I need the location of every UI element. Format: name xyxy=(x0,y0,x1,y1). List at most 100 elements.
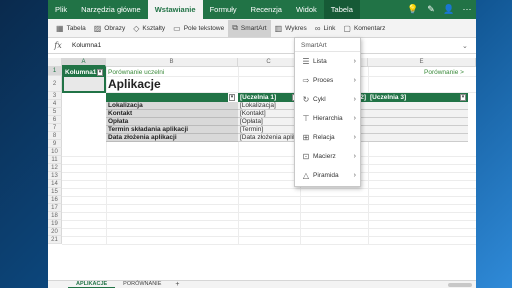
column-header-c[interactable]: C xyxy=(238,58,300,67)
row-header-6[interactable]: 6 xyxy=(48,116,62,124)
insert-comment-button[interactable]: ▢ Komentarz xyxy=(339,20,389,37)
chevron-down-icon[interactable]: ⌄ xyxy=(462,42,476,50)
row-label-submission-date[interactable]: Data złożenia aplikacji xyxy=(106,134,238,142)
tab-formulas[interactable]: Formuły xyxy=(203,0,244,19)
row-header-11[interactable]: 11 xyxy=(48,156,62,164)
filter-dropdown-e[interactable]: ▾ xyxy=(460,94,466,101)
smartart-item-matrix-label: Macierz xyxy=(313,153,336,160)
formula-input[interactable]: Kolumna1 xyxy=(68,42,101,49)
row-header-13[interactable]: 13 xyxy=(48,172,62,180)
row-header-18[interactable]: 18 xyxy=(48,212,62,220)
row-header-17[interactable]: 17 xyxy=(48,204,62,212)
row-header-2[interactable]: 2 xyxy=(48,76,62,92)
tab-home[interactable]: Narzędzia główne xyxy=(74,0,148,19)
add-sheet-icon[interactable]: + xyxy=(169,281,185,288)
row-header-7[interactable]: 7 xyxy=(48,124,62,132)
edit-icon[interactable]: ✎ xyxy=(422,4,440,15)
cycle-icon: ↻ xyxy=(302,95,310,104)
row-header-1[interactable]: 1 xyxy=(48,67,62,76)
insert-textbox-button[interactable]: ▭ Pole tekstowe xyxy=(169,20,228,37)
smartart-item-cycle[interactable]: ↻ Cykl › xyxy=(295,90,360,109)
row-header-5[interactable]: 5 xyxy=(48,108,62,116)
horizontal-scrollbar[interactable] xyxy=(448,283,472,287)
row-label-location[interactable]: Lokalizacja xyxy=(106,102,238,110)
smartart-item-pyramid-label: Piramida xyxy=(313,172,339,179)
process-icon: ⇨ xyxy=(302,76,310,85)
sheet-tab-porownanie[interactable]: PORÓWNANIE xyxy=(115,281,169,287)
row-label-fee[interactable]: Opłata xyxy=(106,118,238,126)
row-header-19[interactable]: 19 xyxy=(48,220,62,228)
insert-shapes-button[interactable]: ◇ Kształty xyxy=(129,20,169,37)
select-all-corner[interactable] xyxy=(48,58,62,67)
insert-smartart-button[interactable]: ⧉ SmartArt xyxy=(228,19,271,37)
insert-chart-button[interactable]: ▥ Wykres xyxy=(271,20,311,37)
page-title[interactable]: Aplikacje xyxy=(108,77,161,91)
tab-view[interactable]: Widok xyxy=(289,0,324,19)
tab-file[interactable]: Plik xyxy=(48,0,74,19)
chart-icon: ▥ xyxy=(274,23,283,33)
tab-review[interactable]: Recenzja xyxy=(244,0,289,19)
gridline xyxy=(62,196,476,197)
row-header-8[interactable]: 8 xyxy=(48,132,62,140)
row-header-4[interactable]: 4 xyxy=(48,100,62,108)
row-label-contact[interactable]: Kontakt xyxy=(106,110,238,118)
excel-window: Plik Narzędzia główne Wstawianie Formuły… xyxy=(48,0,476,288)
insert-table-button[interactable]: ▦ Tabela xyxy=(52,20,90,37)
cell-e1-link[interactable]: Porównanie > xyxy=(424,68,464,77)
smartart-item-pyramid[interactable]: △ Piramida › xyxy=(295,166,360,185)
tab-table[interactable]: Tabela xyxy=(323,0,360,19)
chevron-right-icon: › xyxy=(353,96,356,103)
smartart-item-relationship[interactable]: ⊞ Relacja › xyxy=(295,128,360,147)
relationship-icon: ⊞ xyxy=(302,133,310,142)
column-header-b[interactable]: B xyxy=(106,58,238,67)
filter-dropdown-a1[interactable]: ▾ xyxy=(97,69,103,76)
header-uczelnia-3[interactable]: [Uczelnia 3] xyxy=(368,93,468,102)
smartart-item-list[interactable]: ☰ Lista › xyxy=(295,52,360,71)
row-header-10[interactable]: 10 xyxy=(48,148,62,156)
row-header-14[interactable]: 14 xyxy=(48,180,62,188)
row-header-12[interactable]: 12 xyxy=(48,164,62,172)
smartart-dropdown-menu: SmartArt ☰ Lista › ⇨ Proces › ↻ Cykl › ⊤ Hierar… xyxy=(294,37,361,187)
row-header-3[interactable]: 3 xyxy=(48,92,62,100)
insert-shapes-label: Kształty xyxy=(142,24,166,32)
more-icon[interactable]: ⋯ xyxy=(458,4,476,15)
smartart-item-hierarchy[interactable]: ⊤ Hierarchia › xyxy=(295,109,360,128)
insert-pictures-button[interactable]: ▨ Obrazy xyxy=(90,20,130,37)
insert-comment-label: Komentarz xyxy=(353,24,386,32)
menubar-actions: 💡 ✎ 👤 ⋯ xyxy=(404,0,476,19)
tab-insert[interactable]: Wstawianie xyxy=(147,0,203,19)
table-icon: ▦ xyxy=(56,23,64,33)
row-header-20[interactable]: 20 xyxy=(48,228,62,236)
insert-link-button[interactable]: ∞ Link xyxy=(311,20,340,37)
cell-b1[interactable]: Porównanie uczelni xyxy=(108,68,164,77)
gridline xyxy=(62,244,476,245)
lightbulb-icon[interactable]: 💡 xyxy=(404,4,422,15)
chevron-right-icon: › xyxy=(353,58,356,65)
sheet-tabs-bar: APLIKACJE PORÓWNANIE + xyxy=(48,280,476,288)
gridline xyxy=(62,164,476,165)
insert-textbox-label: Pole tekstowe xyxy=(183,24,225,32)
row-header-21[interactable]: 21 xyxy=(48,236,62,244)
smartart-item-process[interactable]: ⇨ Proces › xyxy=(295,71,360,90)
chevron-right-icon: › xyxy=(353,172,356,179)
gridline xyxy=(62,172,476,173)
column-header-e[interactable]: E xyxy=(368,58,476,67)
gridline xyxy=(62,180,476,181)
row-header-9[interactable]: 9 xyxy=(48,140,62,148)
row-label-deadline[interactable]: Termin składania aplikacji xyxy=(106,126,238,134)
insert-pictures-label: Obrazy xyxy=(104,24,126,32)
header-uczelnia-1[interactable]: [Uczelnia 1] xyxy=(238,93,300,102)
smartart-item-process-label: Proces xyxy=(313,77,334,84)
comment-icon: ▢ xyxy=(343,23,351,33)
picture-icon: ▨ xyxy=(93,23,102,33)
sheet-tab-aplikacje[interactable]: APLIKACJE xyxy=(68,281,116,288)
chevron-right-icon: › xyxy=(353,134,356,141)
fx-icon[interactable]: fx xyxy=(48,41,68,50)
smartart-menu-title: SmartArt xyxy=(295,38,360,52)
row-header-16[interactable]: 16 xyxy=(48,196,62,204)
row-header-15[interactable]: 15 xyxy=(48,188,62,196)
smartart-item-matrix[interactable]: ⊡ Macierz › xyxy=(295,147,360,166)
filter-dropdown-b[interactable]: ▾ xyxy=(229,94,235,101)
share-icon[interactable]: 👤 xyxy=(440,4,458,15)
column-header-a[interactable]: A xyxy=(62,58,106,67)
